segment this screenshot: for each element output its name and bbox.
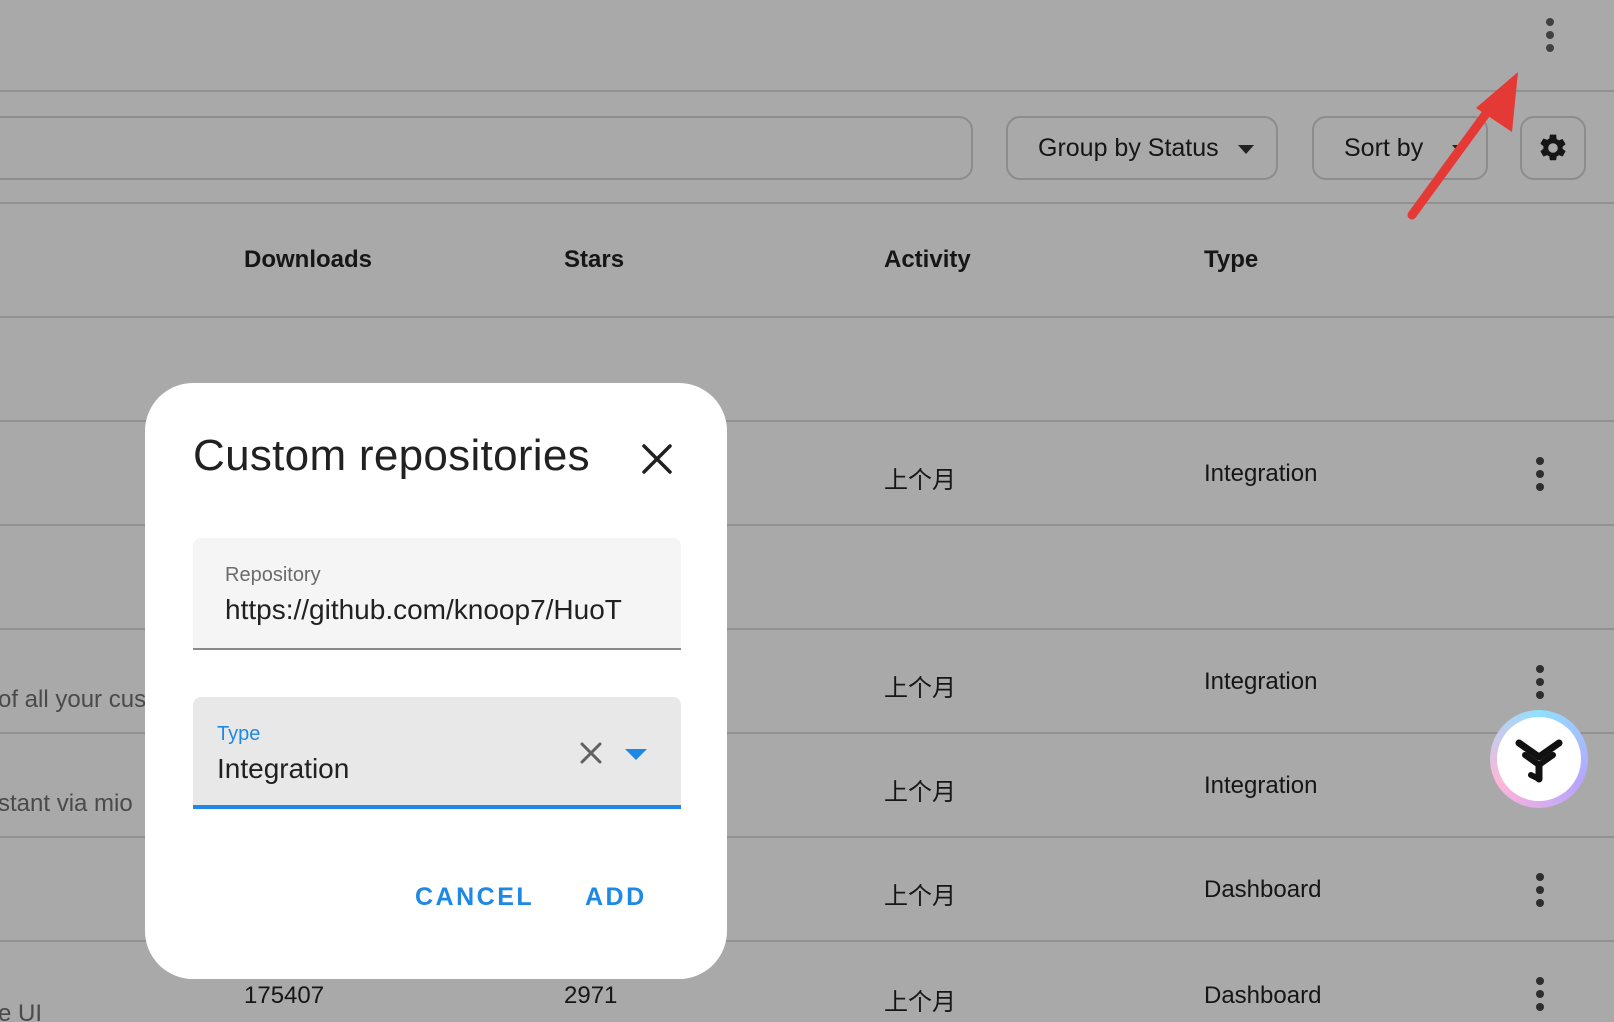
add-button[interactable]: ADD (585, 883, 647, 912)
close-icon (642, 444, 672, 474)
repository-input[interactable]: https://github.com/knoop7/HuoT (225, 594, 661, 626)
type-label: Type (217, 723, 261, 745)
repository-field[interactable]: Repository https://github.com/knoop7/Huo… (193, 538, 681, 650)
cancel-button[interactable]: CANCEL (415, 883, 534, 912)
dialog-title: Custom repositories (193, 431, 590, 480)
dropdown-arrow-icon[interactable] (625, 749, 647, 760)
assistant-fab-inner (1497, 717, 1581, 801)
annotation-arrow-icon (1407, 72, 1518, 220)
repository-label: Repository (225, 564, 321, 586)
custom-repositories-dialog: Custom repositories Repository https://g… (145, 383, 727, 979)
assistant-fab[interactable] (1490, 710, 1588, 808)
close-button[interactable] (633, 435, 681, 483)
type-select[interactable]: Type Integration (193, 697, 681, 809)
clear-icon[interactable] (575, 737, 607, 769)
assistant-logo-icon (1515, 739, 1563, 783)
